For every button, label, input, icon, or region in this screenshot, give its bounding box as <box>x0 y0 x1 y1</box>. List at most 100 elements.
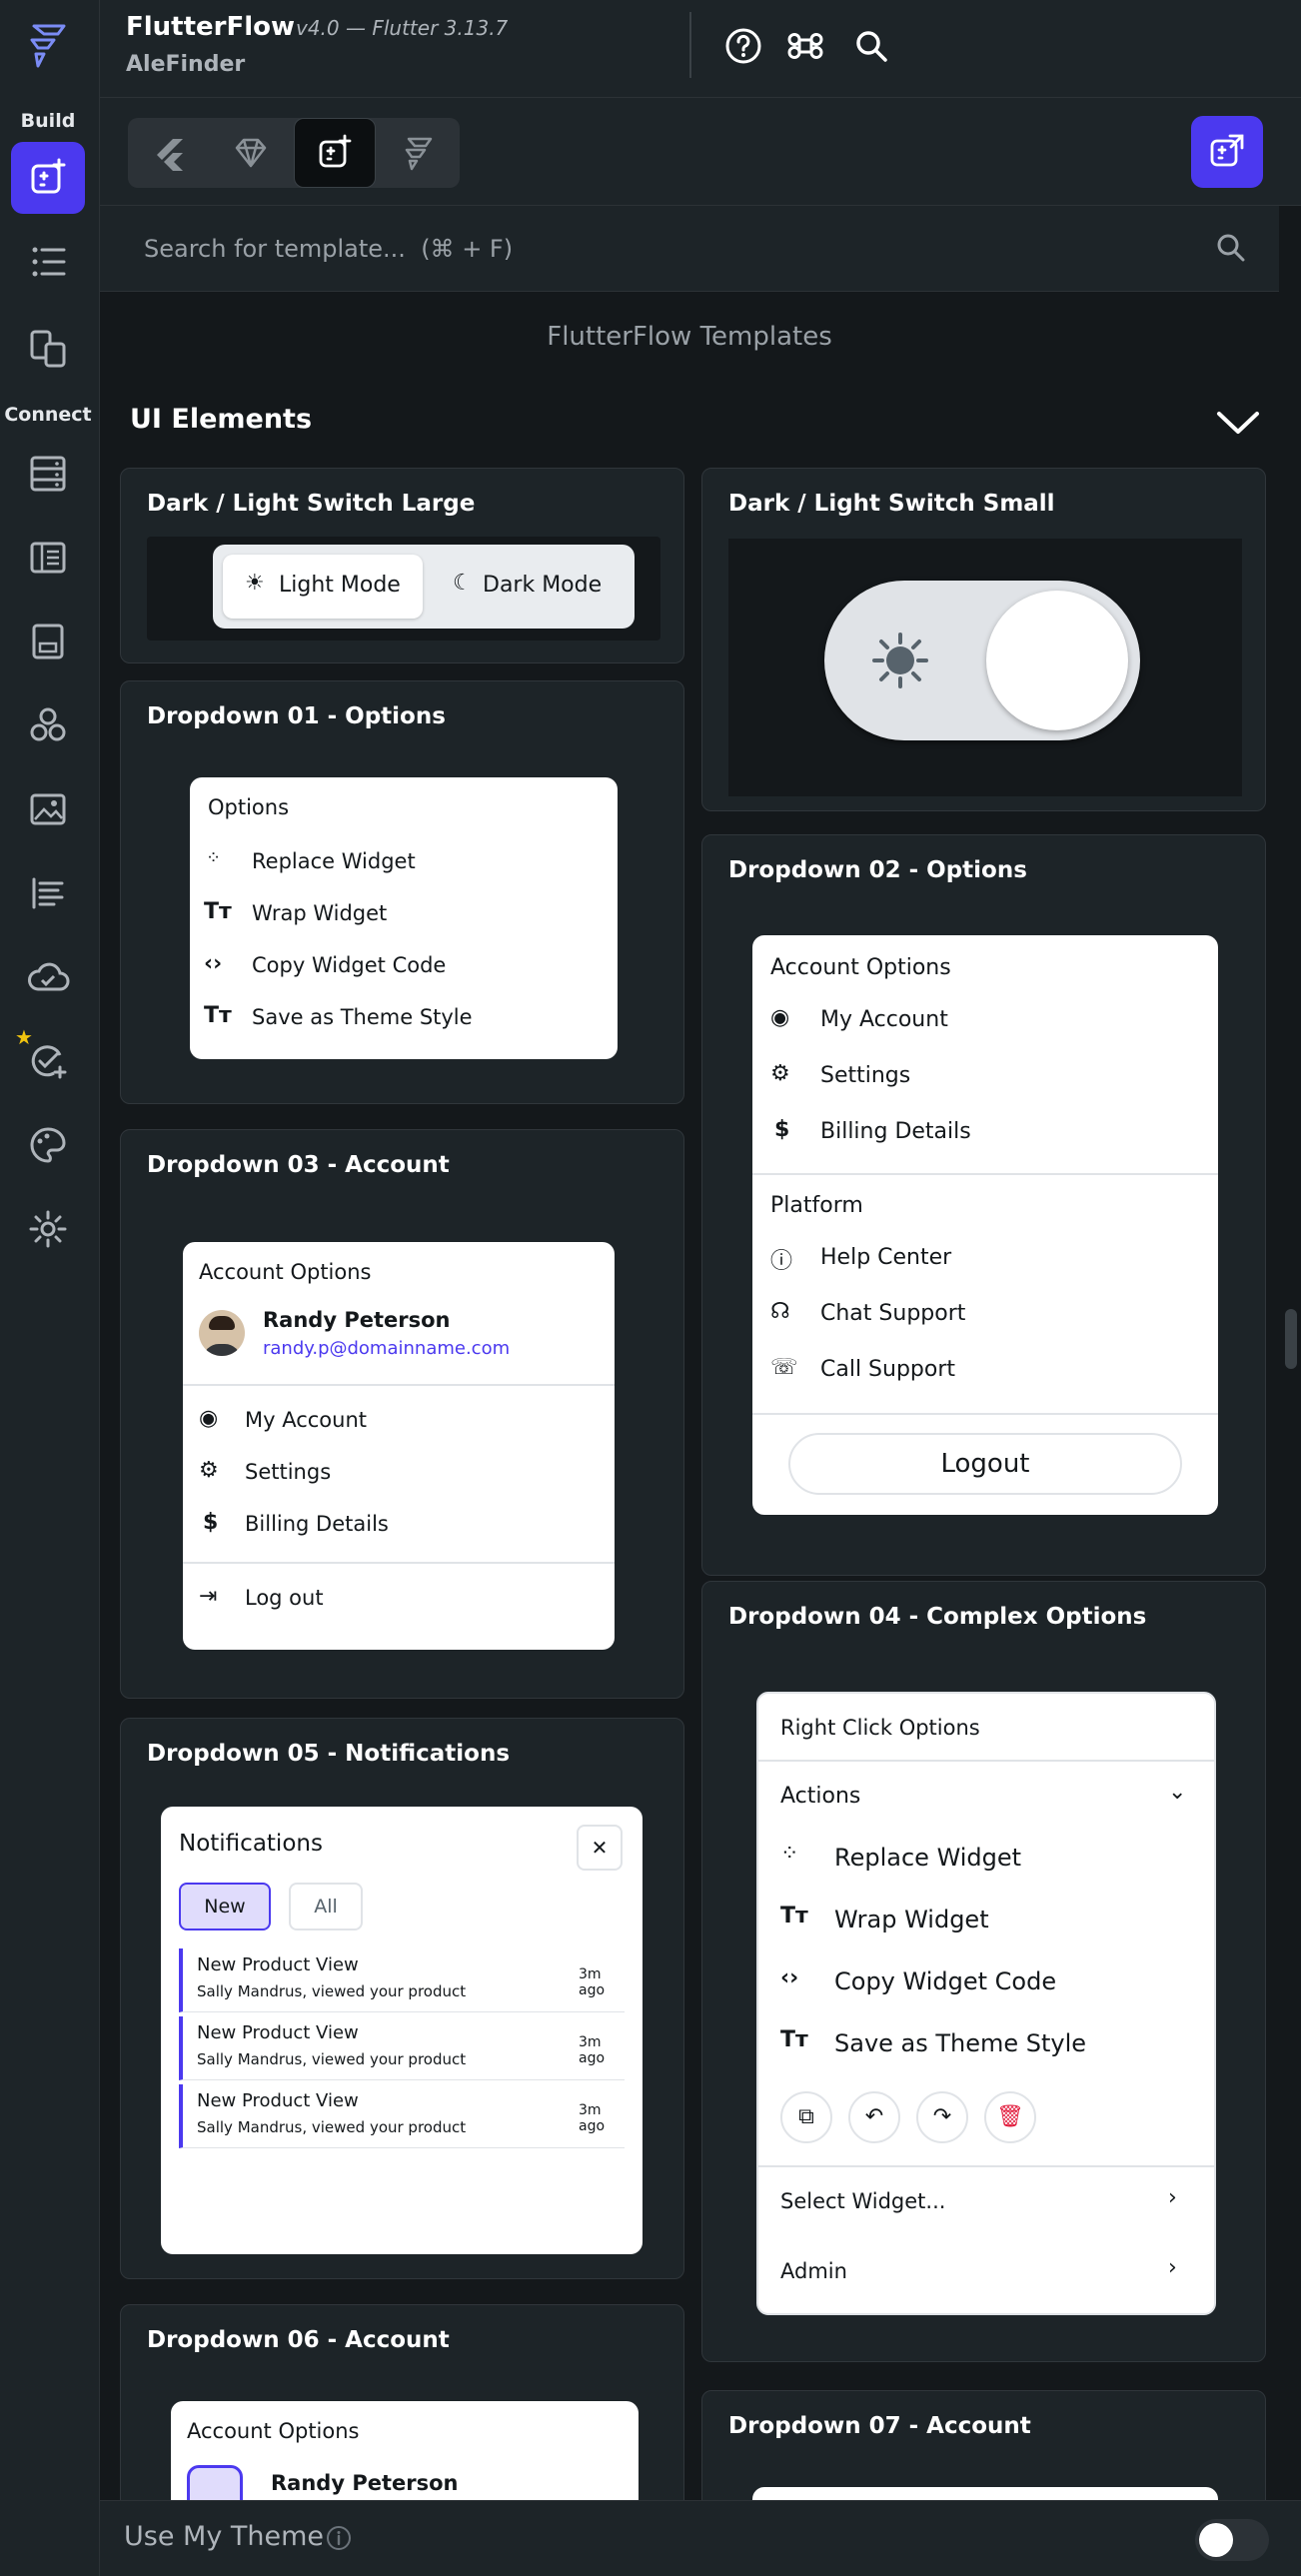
light-mode-option[interactable]: ☀ Light Mode <box>223 555 423 619</box>
open-in-new-button[interactable] <box>1191 116 1263 188</box>
hexagon-network-icon <box>30 707 66 741</box>
undo-button[interactable]: ↶ <box>848 2091 900 2143</box>
dark-mode-label: Dark Mode <box>483 573 603 598</box>
user-email: randy.p@domainname.com <box>263 1338 511 1359</box>
chevron-right-icon: › <box>1168 2255 1177 2280</box>
code-icon: ‹› <box>780 1965 799 1990</box>
notification-time: 3m ago <box>579 2102 606 2134</box>
user-name: Randy Peterson <box>271 2471 459 2495</box>
api-nav-button[interactable] <box>11 689 85 761</box>
logout-button[interactable]: Logout <box>788 1433 1182 1495</box>
tab-premium-templates[interactable] <box>210 118 292 188</box>
menu-header: Account Options <box>770 955 951 980</box>
media-assets-nav-button[interactable] <box>11 773 85 845</box>
theme-switch[interactable]: ☀ Light Mode ☾ Dark Mode <box>213 545 635 629</box>
use-my-theme-toggle[interactable] <box>1195 2519 1269 2561</box>
project-name[interactable]: AleFinder <box>126 52 245 77</box>
tab-widget-templates[interactable] <box>294 118 376 188</box>
widget-tree-nav-button[interactable] <box>11 226 85 298</box>
account-menu: Account Options Randy Peterson randy.p@d… <box>183 1242 615 1650</box>
redo-button[interactable]: ↷ <box>916 2091 968 2143</box>
small-theme-toggle[interactable] <box>824 581 1140 740</box>
pages-nav-button[interactable] <box>11 312 85 384</box>
menu-item-label: Replace Widget <box>834 1844 1022 1872</box>
section-title: UI Elements <box>130 404 313 435</box>
template-card-dark-light-small[interactable]: Dark / Light Switch Small <box>701 468 1266 811</box>
settings-nav-button[interactable] <box>11 1193 85 1265</box>
template-search-input[interactable] <box>100 206 1279 291</box>
template-card-dropdown-01[interactable]: Dropdown 01 - Options Options ⁘ Replace W… <box>120 680 684 1104</box>
table-list-icon <box>30 542 66 574</box>
menu-item-label: Save as Theme Style <box>252 1005 473 1029</box>
close-button[interactable]: ✕ <box>577 1825 623 1871</box>
account-menu: Account Options Randy Peterson <box>171 2401 639 2500</box>
divider <box>689 12 691 78</box>
menu-item-label: Copy Widget Code <box>834 1967 1057 1995</box>
menu-item-label: Wrap Widget <box>834 1906 989 1933</box>
template-card-dropdown-03[interactable]: Dropdown 03 - Account Account Options Ra… <box>120 1129 684 1699</box>
text-type-icon: Tт <box>780 1904 808 1929</box>
widget-templates-nav-button[interactable] <box>11 142 85 214</box>
notifications-panel: Notifications ✕ New All New Product View… <box>161 1807 643 2254</box>
menu-item-label: Billing Details <box>245 1512 389 1536</box>
tests-nav-button[interactable]: ★ <box>11 1025 85 1097</box>
card-title: Dropdown 04 - Complex Options <box>728 1604 1147 1630</box>
app-state-nav-button[interactable] <box>11 522 85 594</box>
panel-header: Notifications <box>179 1831 323 1857</box>
search-icon[interactable] <box>1213 230 1249 266</box>
help-icon[interactable] <box>723 26 763 66</box>
export-icon <box>1210 134 1244 167</box>
template-card-dropdown-06[interactable]: Dropdown 06 - Account Account Options Ra… <box>120 2304 684 2500</box>
template-card-dropdown-02[interactable]: Dropdown 02 - Options Account Options ◉ M… <box>701 834 1266 1576</box>
storyboard-nav-button[interactable] <box>11 438 85 510</box>
diamond-icon <box>235 138 267 168</box>
scrollbar-thumb[interactable] <box>1285 1309 1297 1369</box>
connect-section-label: Connect <box>4 404 92 426</box>
moon-icon: ☾ <box>453 571 473 596</box>
notification-item[interactable]: New Product View Sally Mandrus, viewed yo… <box>179 2084 625 2148</box>
menu-item-label: My Account <box>245 1408 368 1432</box>
footer-bar: Use My Theme <box>100 2500 1301 2576</box>
template-card-dropdown-07[interactable]: Dropdown 07 - Account <box>701 2390 1266 2500</box>
tab-flutterflow-templates[interactable] <box>378 118 460 188</box>
tab-all[interactable]: All <box>289 1883 363 1931</box>
delete-button[interactable]: 🗑 <box>984 2091 1036 2143</box>
notification-item[interactable]: New Product View Sally Mandrus, viewed yo… <box>179 2016 625 2080</box>
copy-button[interactable]: ⧉ <box>780 2091 832 2143</box>
flutterflow-logo-icon[interactable] <box>22 18 78 74</box>
dollar-icon: $ <box>774 1117 790 1142</box>
search-icon[interactable] <box>851 26 891 66</box>
redo-icon: ↷ <box>932 2104 952 2129</box>
sun-icon <box>872 633 928 688</box>
notification-item[interactable]: New Product View Sally Mandrus, viewed yo… <box>179 1948 625 2012</box>
custom-code-nav-button[interactable] <box>11 606 85 677</box>
menu-header: Account Options <box>187 2419 360 2443</box>
template-card-dropdown-05[interactable]: Dropdown 05 - Notifications Notification… <box>120 1718 684 2279</box>
tab-flutter-templates[interactable] <box>128 118 210 188</box>
app-name: FlutterFlow <box>126 12 296 42</box>
gear-icon: ⚙ <box>770 1061 790 1086</box>
notification-time: 3m ago <box>579 1966 606 1998</box>
preview-area <box>728 539 1242 796</box>
command-icon[interactable] <box>785 26 825 66</box>
user-name: Randy Peterson <box>263 1308 451 1332</box>
divider <box>758 2165 1214 2167</box>
palette-icon <box>30 1127 66 1163</box>
template-card-dark-light-large[interactable]: Dark / Light Switch Large ☀ Light Mode ☾… <box>120 468 684 663</box>
tab-new[interactable]: New <box>179 1883 271 1931</box>
divider <box>758 1760 1214 1762</box>
support-agent-icon: ☊ <box>770 1299 790 1324</box>
chevron-down-icon[interactable] <box>1215 400 1261 446</box>
trash-icon: 🗑 <box>996 2104 1024 2129</box>
template-card-dropdown-04[interactable]: Dropdown 04 - Complex Options Right Clic… <box>701 1581 1266 2362</box>
localization-nav-button[interactable] <box>11 857 85 929</box>
theme-nav-button[interactable] <box>11 1109 85 1181</box>
card-title: Dark / Light Switch Small <box>728 491 1055 517</box>
preview-area: ☀ Light Mode ☾ Dark Mode <box>147 537 660 641</box>
cloud-nav-button[interactable] <box>11 941 85 1013</box>
chevron-down-icon: ⌄ <box>1168 1780 1187 1805</box>
card-title: Dropdown 05 - Notifications <box>147 1741 511 1767</box>
card-title: Dropdown 02 - Options <box>728 857 1027 883</box>
notification-subtitle: Sally Mandrus, viewed your product <box>197 2118 467 2136</box>
info-icon[interactable] <box>326 2525 352 2551</box>
